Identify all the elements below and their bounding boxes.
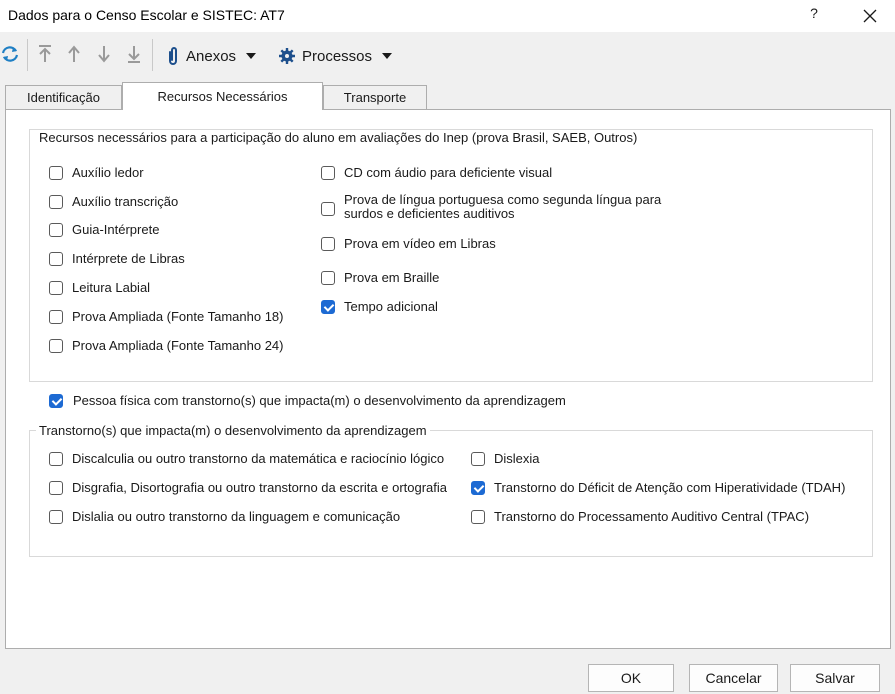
- checkbox-leitura-labial[interactable]: Leitura Labial: [49, 280, 150, 296]
- move-up-button[interactable]: [64, 43, 86, 65]
- checkbox-prova-lingua-portuguesa[interactable]: Prova de língua portuguesa como segunda …: [321, 192, 694, 221]
- checkbox-disgrafia[interactable]: Disgrafia, Disortografia ou outro transt…: [49, 480, 447, 496]
- checkbox-auxilio-transcricao[interactable]: Auxílio transcrição: [49, 194, 178, 210]
- checkbox-auxilio-ledor[interactable]: Auxílio ledor: [49, 165, 144, 181]
- checkbox-label: Prova em Braille: [344, 270, 440, 285]
- checkbox-label: Intérprete de Libras: [72, 251, 185, 266]
- checkbox-label: Dislalia ou outro transtorno da linguage…: [72, 509, 401, 524]
- cancel-button[interactable]: Cancelar: [689, 664, 778, 692]
- checkbox-box[interactable]: [471, 452, 485, 466]
- checkbox-box[interactable]: [49, 223, 63, 237]
- processos-label: Processos: [302, 47, 373, 65]
- chevron-down-icon: [382, 53, 393, 59]
- checkbox-box[interactable]: [471, 481, 485, 495]
- checkbox-pessoa-fisica-transtorno[interactable]: Pessoa física com transtorno(s) que impa…: [49, 393, 566, 409]
- checkbox-label: Pessoa física com transtorno(s) que impa…: [73, 393, 566, 408]
- checkbox-label: Leitura Labial: [72, 280, 151, 295]
- refresh-button[interactable]: [0, 43, 22, 65]
- tab-panel: Recursos necessários para a participação…: [5, 109, 891, 649]
- checkbox-box[interactable]: [321, 202, 335, 216]
- close-button[interactable]: [855, 4, 885, 28]
- checkbox-label: Prova Ampliada (Fonte Tamanho 24): [72, 338, 284, 353]
- move-bottom-button[interactable]: [124, 43, 146, 65]
- toolbar-separator: [152, 39, 153, 71]
- toolbar: Anexos Processos: [0, 33, 895, 77]
- checkbox-box[interactable]: [321, 237, 335, 251]
- checkbox-label: Auxílio transcrição: [72, 194, 179, 209]
- checkbox-tempo-adicional[interactable]: Tempo adicional: [321, 299, 438, 315]
- gear-icon: [279, 48, 295, 64]
- move-top-button[interactable]: [35, 43, 57, 65]
- checkbox-dislalia[interactable]: Dislalia ou outro transtorno da linguage…: [49, 509, 400, 525]
- save-button[interactable]: Salvar: [790, 664, 880, 692]
- checkbox-box[interactable]: [321, 166, 335, 180]
- checkbox-box[interactable]: [471, 510, 485, 524]
- move-down-button[interactable]: [94, 43, 116, 65]
- chevron-down-icon: [246, 53, 257, 59]
- checkbox-label: CD com áudio para deficiente visual: [344, 165, 553, 180]
- arrow-up-icon: [68, 45, 80, 62]
- checkbox-box[interactable]: [49, 510, 63, 524]
- checkbox-label: Prova de língua portuguesa como segunda …: [344, 192, 662, 221]
- paperclip-icon: [169, 47, 177, 65]
- checkbox-interprete-libras[interactable]: Intérprete de Libras: [49, 251, 185, 267]
- checkbox-box[interactable]: [49, 339, 63, 353]
- checkbox-cd-audio[interactable]: CD com áudio para deficiente visual: [321, 165, 552, 181]
- checkbox-tpac[interactable]: Transtorno do Processamento Auditivo Cen…: [471, 509, 809, 525]
- recursos-group-title: Recursos necessários para a participação…: [36, 130, 641, 145]
- checkbox-discalculia[interactable]: Discalculia ou outro transtorno da matem…: [49, 451, 444, 467]
- window-title: Dados para o Censo Escolar e SISTEC: AT7: [8, 7, 285, 23]
- arrow-to-bottom-icon: [128, 46, 140, 63]
- title-bar: Dados para o Censo Escolar e SISTEC: AT7…: [0, 0, 895, 32]
- checkbox-box[interactable]: [49, 481, 63, 495]
- arrow-to-top-icon: [39, 45, 51, 62]
- checkbox-box[interactable]: [49, 281, 63, 295]
- checkbox-label: Prova em vídeo em Libras: [344, 236, 496, 251]
- help-button[interactable]: ?: [806, 5, 822, 21]
- checkbox-tdah[interactable]: Transtorno do Déficit de Atenção com Hip…: [471, 480, 845, 496]
- toolbar-separator: [27, 39, 28, 71]
- checkbox-label: Tempo adicional: [344, 299, 438, 314]
- checkbox-label: Transtorno do Déficit de Atenção com Hip…: [494, 480, 846, 495]
- checkbox-label: Guia-Intérprete: [72, 222, 160, 237]
- tab-transporte[interactable]: Transporte: [323, 85, 427, 110]
- transtornos-group-title: Transtorno(s) que impacta(m) o desenvolv…: [36, 423, 430, 438]
- refresh-icon: [1, 46, 19, 62]
- checkbox-label: Dislexia: [494, 451, 540, 466]
- checkbox-guia-interprete[interactable]: Guia-Intérprete: [49, 222, 159, 238]
- checkbox-prova-ampliada-18[interactable]: Prova Ampliada (Fonte Tamanho 18): [49, 309, 284, 325]
- checkbox-box[interactable]: [321, 300, 335, 314]
- checkbox-box[interactable]: [49, 252, 63, 266]
- checkbox-label: Disgrafia, Disortografia ou outro transt…: [72, 480, 448, 495]
- checkbox-prova-video-libras[interactable]: Prova em vídeo em Libras: [321, 236, 496, 252]
- anexos-menu[interactable]: Anexos: [166, 45, 257, 67]
- checkbox-label: Transtorno do Processamento Auditivo Cen…: [494, 509, 810, 524]
- close-icon: [863, 9, 877, 23]
- checkbox-prova-ampliada-24[interactable]: Prova Ampliada (Fonte Tamanho 24): [49, 338, 284, 354]
- tab-identificacao[interactable]: Identificação: [5, 85, 122, 110]
- tab-recursos-necessarios[interactable]: Recursos Necessários: [122, 82, 323, 110]
- checkbox-label: Discalculia ou outro transtorno da matem…: [72, 451, 445, 466]
- ok-button[interactable]: OK: [588, 664, 674, 692]
- anexos-label: Anexos: [186, 47, 237, 65]
- checkbox-box[interactable]: [49, 394, 63, 408]
- arrow-down-icon: [98, 46, 110, 63]
- checkbox-dislexia[interactable]: Dislexia: [471, 451, 540, 467]
- checkbox-box[interactable]: [321, 271, 335, 285]
- checkbox-box[interactable]: [49, 195, 63, 209]
- checkbox-label: Prova Ampliada (Fonte Tamanho 18): [72, 309, 284, 324]
- checkbox-box[interactable]: [49, 310, 63, 324]
- checkbox-prova-braille[interactable]: Prova em Braille: [321, 270, 439, 286]
- checkbox-box[interactable]: [49, 452, 63, 466]
- processos-menu[interactable]: Processos: [278, 45, 393, 67]
- checkbox-box[interactable]: [49, 166, 63, 180]
- checkbox-label: Auxílio ledor: [72, 165, 144, 180]
